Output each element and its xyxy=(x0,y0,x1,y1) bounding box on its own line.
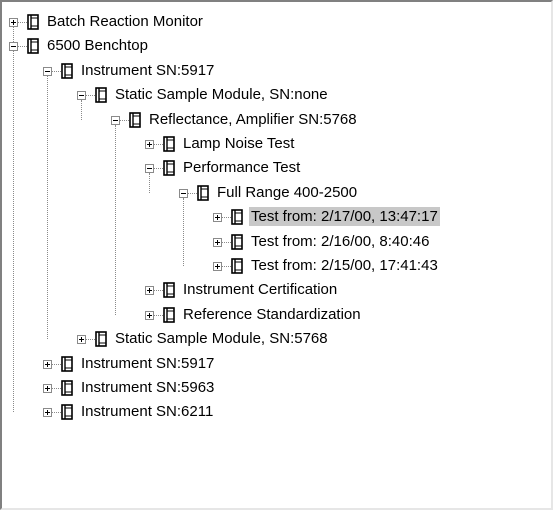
tree-connector-line xyxy=(52,412,61,414)
tree-node-label[interactable]: Full Range 400-2500 xyxy=(215,183,359,202)
instrument-document-icon xyxy=(61,355,73,372)
tree-node-label[interactable]: Reflectance, Amplifier SN:5768 xyxy=(147,110,359,129)
tree-connector-line xyxy=(52,70,61,72)
tree-node-label[interactable]: Lamp Noise Test xyxy=(181,134,296,153)
instrument-document-icon xyxy=(231,209,243,225)
instrument-document-icon xyxy=(163,136,175,152)
expand-toggle[interactable] xyxy=(145,286,154,296)
tree-connector-line xyxy=(154,290,163,292)
expand-toggle[interactable] xyxy=(213,262,222,271)
instrument-document-icon xyxy=(163,282,175,299)
expand-toggle[interactable] xyxy=(43,408,52,418)
tree-connector-line xyxy=(154,144,163,145)
collapse-toggle[interactable] xyxy=(9,42,18,52)
tree-node-label[interactable]: Instrument Certification xyxy=(181,280,339,299)
tree-connector-line xyxy=(188,192,197,194)
tree-node-label[interactable]: Instrument SN:5917 xyxy=(79,61,216,80)
instrument-document-icon xyxy=(231,258,243,274)
tree-node-label[interactable]: Instrument SN:5963 xyxy=(79,378,216,397)
collapse-toggle[interactable] xyxy=(145,164,154,174)
instrument-document-icon xyxy=(61,404,73,421)
expand-toggle[interactable] xyxy=(213,237,222,247)
instrument-document-icon xyxy=(95,331,107,347)
tree-node-label[interactable]: Test from: 2/15/00, 17:41:43 xyxy=(249,256,440,275)
instrument-document-icon xyxy=(61,380,73,396)
expand-toggle[interactable] xyxy=(145,310,154,320)
instrument-document-icon xyxy=(163,306,175,323)
collapse-toggle[interactable] xyxy=(77,91,86,101)
tree-connector-line xyxy=(47,75,48,340)
tree-connector-line xyxy=(86,339,95,341)
instrument-document-icon xyxy=(163,160,175,177)
tree-connector-line xyxy=(222,217,231,219)
tree-connector-line xyxy=(222,241,231,243)
tree-connector-line xyxy=(149,173,150,193)
tree-connector-line xyxy=(154,168,163,170)
expand-toggle[interactable] xyxy=(145,140,154,149)
collapse-toggle[interactable] xyxy=(179,188,188,198)
tree-view[interactable]: Batch Reaction Monitor 6500 Benchtop Instr… xyxy=(0,0,553,510)
tree-node-label[interactable]: Test from: 2/17/00, 13:47:17 xyxy=(249,207,440,227)
tree-node-label[interactable]: Static Sample Module, SN:none xyxy=(113,85,330,104)
tree-connector-line xyxy=(18,22,27,23)
tree-connector-line xyxy=(222,266,231,267)
tree-connector-line xyxy=(18,46,27,48)
expand-toggle[interactable] xyxy=(213,213,222,223)
tree-node-label[interactable]: Reference Standardization xyxy=(181,305,363,324)
instrument-document-icon xyxy=(129,111,141,128)
instrument-document-icon xyxy=(95,87,107,103)
tree-connector-line xyxy=(52,363,61,365)
tree-connector-line xyxy=(13,51,14,413)
tree-node-label[interactable]: Instrument SN:5917 xyxy=(79,354,216,373)
tree-node-label[interactable]: Instrument SN:6211 xyxy=(79,402,215,421)
tree-node-label[interactable]: 6500 Benchtop xyxy=(45,36,150,55)
collapse-toggle[interactable] xyxy=(43,66,52,76)
tree-connector-line xyxy=(154,314,163,316)
tree-connector-line xyxy=(115,124,116,315)
tree-connector-line xyxy=(52,388,61,389)
tree-node-label[interactable]: Batch Reaction Monitor xyxy=(45,12,205,31)
tree-connector-line xyxy=(183,197,184,266)
instrument-document-icon xyxy=(197,184,209,201)
expand-toggle[interactable] xyxy=(9,18,18,27)
collapse-toggle[interactable] xyxy=(111,115,120,125)
tree-connector-line xyxy=(81,100,82,120)
expand-toggle[interactable] xyxy=(43,359,52,369)
tree-node-label[interactable]: Test from: 2/16/00, 8:40:46 xyxy=(249,232,431,251)
tree-connector-line xyxy=(120,119,129,121)
expand-toggle[interactable] xyxy=(43,384,52,393)
instrument-document-icon xyxy=(61,62,73,79)
instrument-document-icon xyxy=(27,38,39,55)
tree-node-label[interactable]: Performance Test xyxy=(181,158,302,177)
instrument-document-icon xyxy=(231,233,243,250)
expand-toggle[interactable] xyxy=(77,335,86,345)
tree-connector-line xyxy=(86,95,95,97)
tree-node-label[interactable]: Static Sample Module, SN:5768 xyxy=(113,329,330,348)
instrument-document-icon xyxy=(27,14,39,30)
